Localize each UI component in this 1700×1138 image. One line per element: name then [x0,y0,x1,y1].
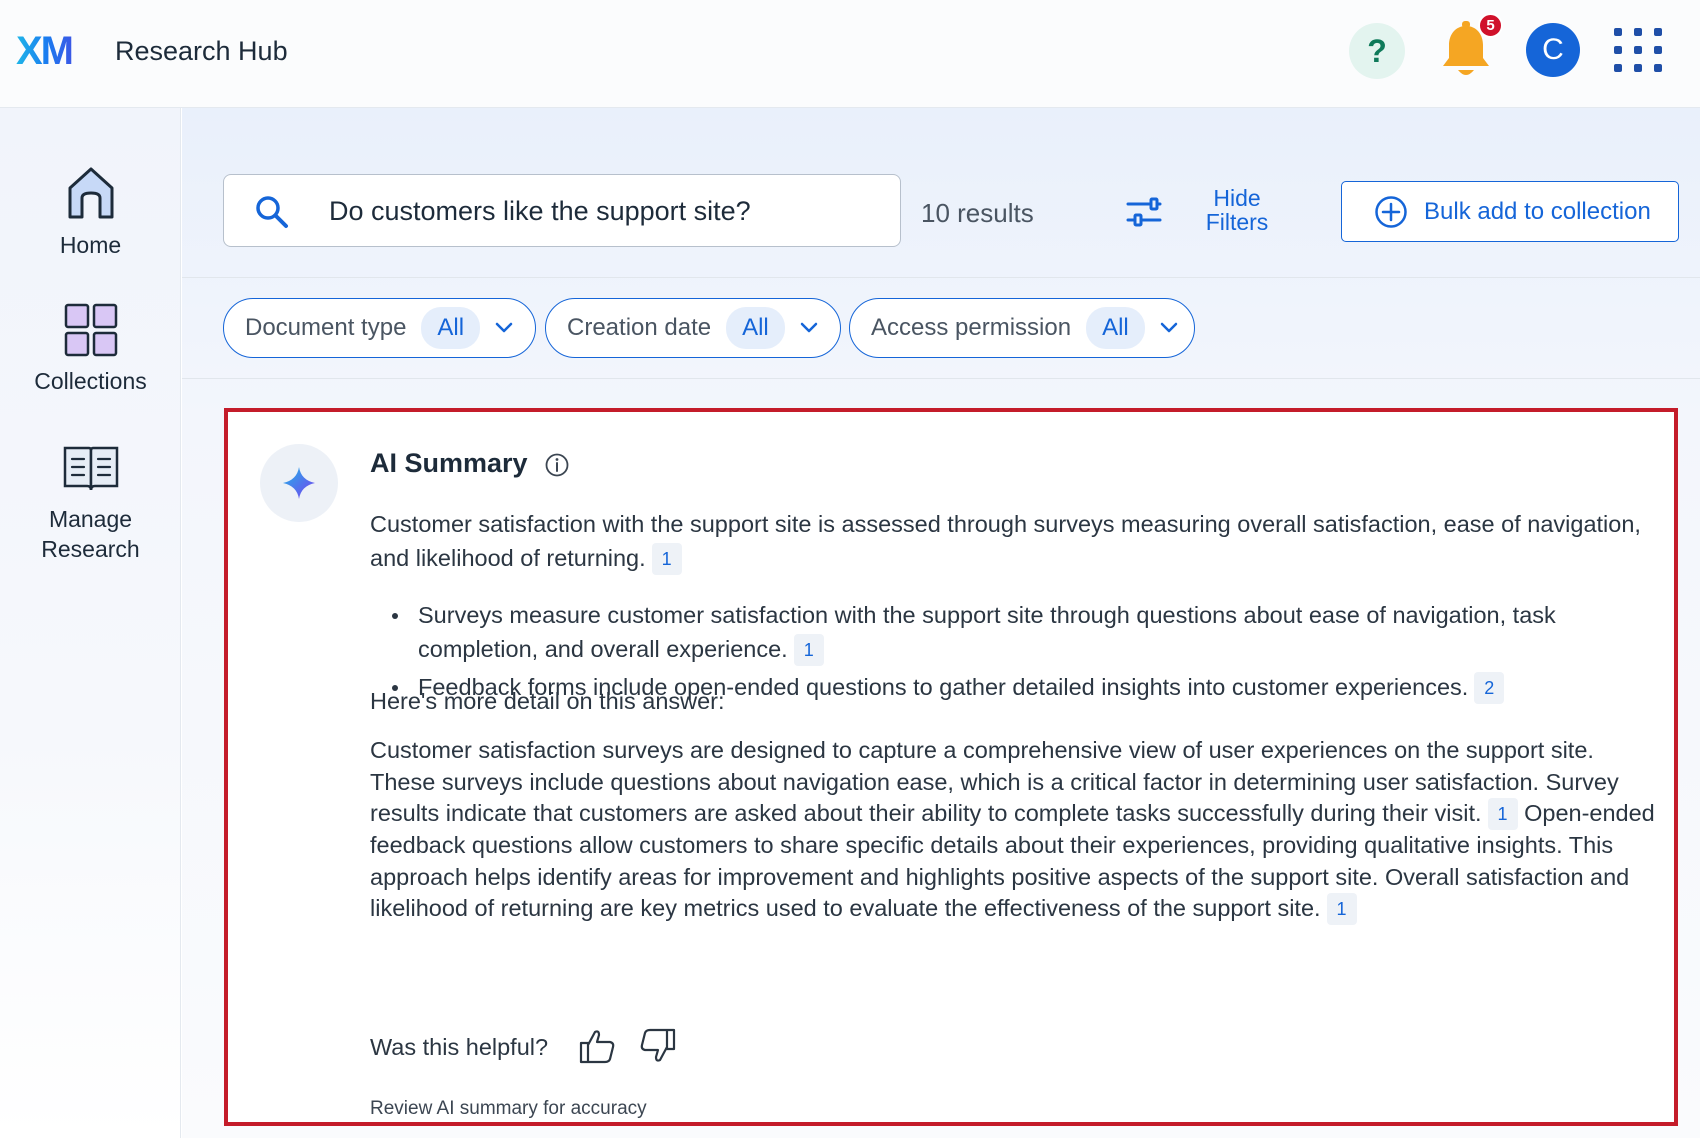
home-icon [68,167,113,219]
filter-sliders-icon[interactable] [1126,195,1162,229]
filter-label: Creation date [567,314,712,341]
sidebar-item-collections[interactable]: Collections [0,302,181,396]
filter-creation-date[interactable]: Creation date All [545,298,841,358]
filter-label: Access permission [871,314,1072,341]
citation-badge[interactable]: 1 [1326,893,1357,926]
sidebar-item-label: Home [59,232,122,258]
ai-summary-title: AI Summary [370,448,528,478]
book-icon [63,446,118,491]
chevron-down-icon [495,322,513,333]
bulk-add-label: Bulk add to collection [1424,197,1651,225]
sidebar-item-manage-research[interactable]: Manage Research [0,442,181,564]
list-item: Surveys measure customer satisfaction wi… [370,598,1655,666]
avatar-initial: C [1542,33,1564,66]
bullet-text: Surveys measure customer satisfaction wi… [418,602,1556,662]
sidebar-item-label: Collections [34,368,147,394]
results-count: 10 results [921,198,1034,228]
sidebar-item-label: Manage [48,506,133,532]
detail-text: Customer satisfaction surveys are design… [370,737,1619,827]
help-icon: ? [1367,32,1387,69]
ai-avatar [260,444,338,522]
citation-badge[interactable]: 1 [793,634,824,666]
search-icon [256,196,288,228]
filter-value: All [726,307,785,349]
chevron-down-icon [800,322,818,333]
app-title: Research Hub [115,36,288,66]
bulk-add-to-collection-button[interactable]: Bulk add to collection [1341,181,1679,242]
top-header: XM Research Hub ? 5 C [0,0,1700,108]
apps-grid-icon [1614,28,1662,72]
helpful-prompt: Was this helpful? [370,1034,549,1060]
filter-value: All [1086,307,1145,349]
ai-summary-panel: AI Summary Customer satisfaction with th… [224,408,1678,1126]
sidebar-item-label: Research [41,536,140,562]
more-detail-heading: Here's more detail on this answer: [370,688,725,714]
divider [182,277,1700,278]
plus-circle-icon [1375,195,1407,228]
thumbs-up-icon[interactable] [577,1026,617,1066]
search-input[interactable]: Do customers like the support site? [223,174,901,247]
notification-count-badge: 5 [1478,13,1503,38]
summary-detail: Customer satisfaction surveys are design… [370,735,1655,926]
info-icon[interactable] [544,452,570,478]
filter-value: All [421,307,481,349]
filter-access-permission[interactable]: Access permission All [849,298,1195,358]
help-button[interactable]: ? [1349,23,1405,79]
chevron-down-icon [1160,322,1177,333]
hide-filters-label-line2: Filters [1205,209,1269,235]
left-sidebar: Home Collections Manage Research [0,108,181,1138]
divider [182,378,1700,379]
summary-intro-text: Customer satisfaction with the support s… [370,511,1641,571]
summary-intro: Customer satisfaction with the support s… [370,507,1655,575]
filter-label: Document type [245,314,407,341]
citation-badge[interactable]: 1 [1487,798,1518,831]
xm-logo[interactable]: XM [16,30,74,72]
sparkle-icon [283,467,315,499]
collections-icon [64,303,117,357]
hide-filters-link[interactable]: Hide Filters [1192,186,1282,234]
citation-badge[interactable]: 1 [651,543,682,575]
hide-filters-label-line1: Hide [1213,185,1261,211]
search-query-text: Do customers like the support site? [329,196,751,226]
apps-menu-button[interactable] [1612,26,1664,74]
filter-document-type[interactable]: Document type All [223,298,536,358]
thumbs-down-icon[interactable] [638,1026,678,1066]
sidebar-item-home[interactable]: Home [0,164,181,260]
user-avatar[interactable]: C [1526,23,1580,77]
review-accuracy-note: Review AI summary for accuracy [370,1098,647,1119]
